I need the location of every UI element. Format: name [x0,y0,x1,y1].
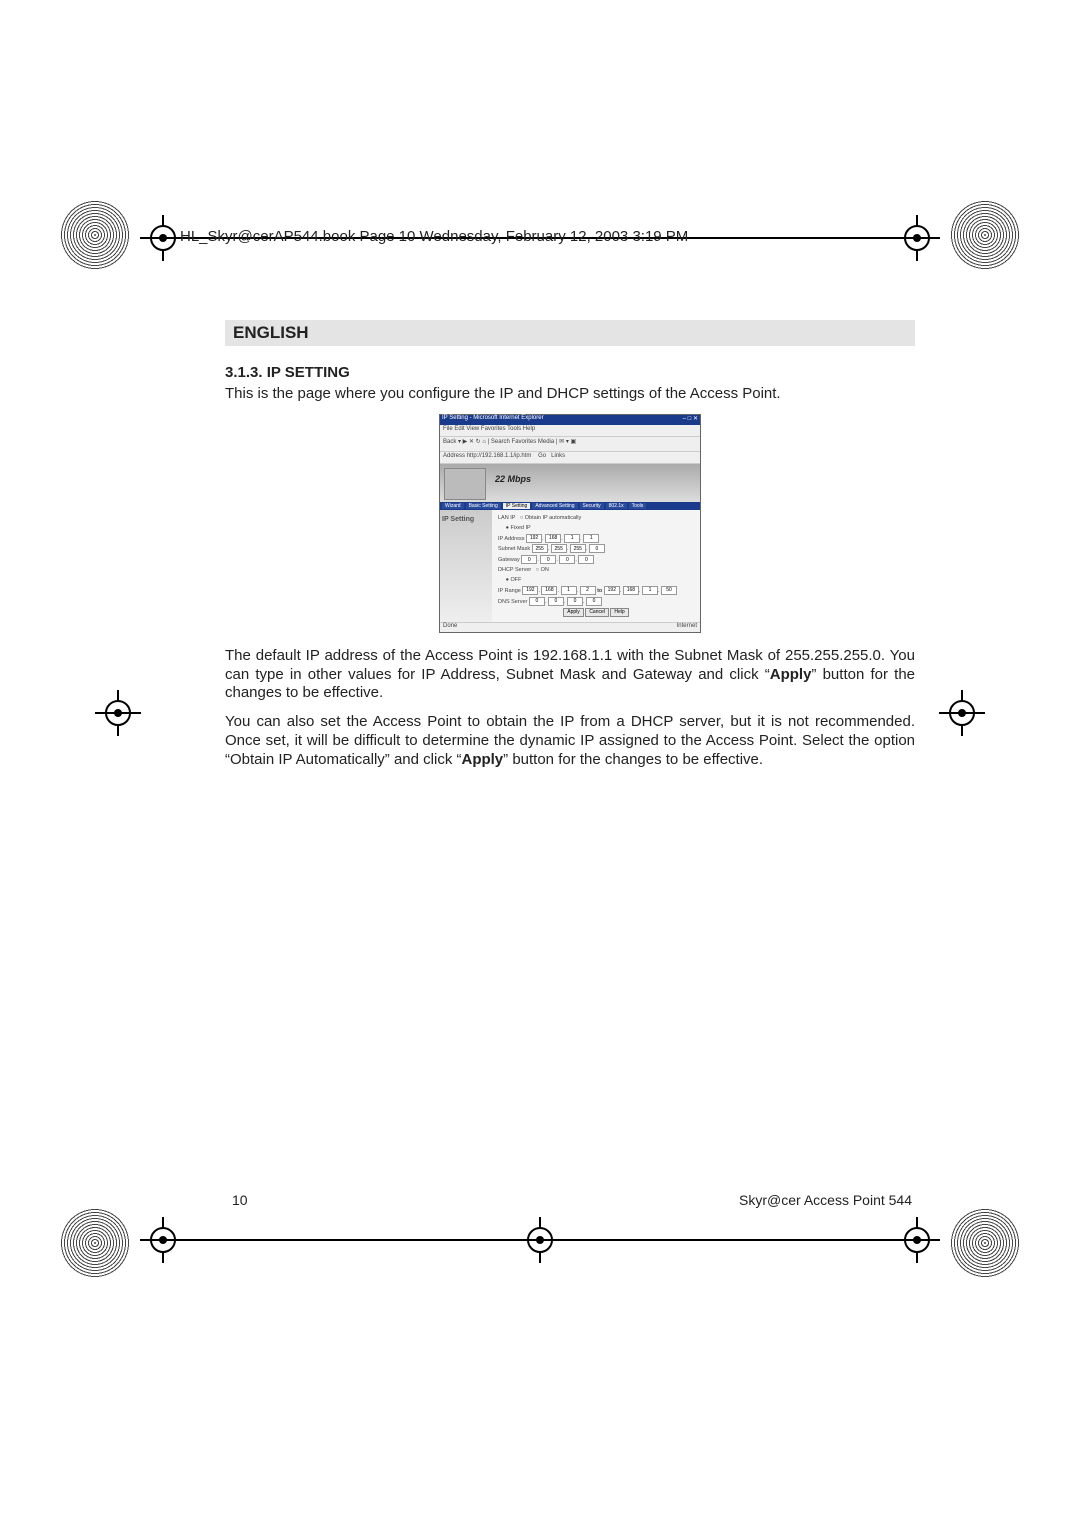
language-label: ENGLISH [225,320,915,346]
print-mark-radial [60,200,130,270]
product-footer: Skyr@cer Access Point 544 [739,1192,912,1208]
print-mark-radial [950,200,1020,270]
ie-toolbar[interactable]: Back ▾ ▶ ✕ ↻ ⌂ | Search Favorites Media … [440,437,700,452]
paragraph-default-ip: The default IP address of the Access Poi… [225,647,915,703]
range-octet[interactable] [623,586,639,595]
intro-paragraph: This is the page where you configure the… [225,385,915,404]
mask-octet[interactable] [532,544,548,553]
address-label: Address [443,453,465,459]
go-button[interactable]: Go [538,453,546,459]
range-octet[interactable] [541,586,557,595]
ip-octet[interactable] [545,534,561,543]
gw-octet[interactable] [578,555,594,564]
gw-octet[interactable] [521,555,537,564]
dns-octet[interactable] [529,597,545,606]
gw-octet[interactable] [559,555,575,564]
range-to-label: to [597,588,602,594]
dhcp-heading: DHCP Server [498,567,531,573]
side-heading: IP Setting [440,510,492,622]
dns-octet[interactable] [567,597,583,606]
dns-octet[interactable] [548,597,564,606]
fixed-ip-label[interactable]: Fixed IP [511,525,531,531]
gw-octet[interactable] [540,555,556,564]
ip-octet[interactable] [564,534,580,543]
obtain-ip-auto-label[interactable]: Obtain IP automatically [525,515,581,521]
subnet-mask-label: Subnet Mask [498,546,530,552]
status-zone: Internet [677,623,697,632]
tab-advanced[interactable]: Advanced Setting [532,503,577,509]
page-number: 10 [232,1192,248,1208]
mask-octet[interactable] [589,544,605,553]
dhcp-on-label[interactable]: ON [541,567,549,573]
banner-thumbnail [444,468,486,500]
page-body: ENGLISH 3.1.3. IP SETTING This is the pa… [225,320,915,779]
tab-8021x[interactable]: 802.1x [606,503,627,509]
range-octet[interactable] [604,586,620,595]
status-done: Done [443,623,457,632]
page-footer: 10 Skyr@cer Access Point 544 [232,1192,912,1208]
bottom-crop-rule [165,1239,915,1241]
window-controls[interactable]: – □ ✕ [683,415,698,425]
page-header-info: HL_Skyr@cerAP544.book Page 10 Wednesday,… [180,228,688,245]
dns-label: DNS Server [498,599,527,605]
tab-wizard[interactable]: Wizard [442,503,464,509]
dhcp-off-label[interactable]: OFF [511,577,522,583]
links-label[interactable]: Links [551,453,565,459]
dns-octet[interactable] [586,597,602,606]
window-title: IP Setting - Microsoft Internet Explorer [442,415,544,425]
lan-ip-heading: LAN IP [498,515,515,521]
ip-octet[interactable] [526,534,542,543]
section-heading: 3.1.3. IP SETTING [225,364,915,381]
ie-menubar[interactable]: File Edit View Favorites Tools Help [440,425,700,437]
mask-octet[interactable] [570,544,586,553]
range-octet[interactable] [580,586,596,595]
tab-basic[interactable]: Basic Setting [466,503,501,509]
paragraph-dhcp-note: You can also set the Access Point to obt… [225,713,915,769]
banner-logo: 22 Mbps [495,474,531,484]
ip-address-label: IP Address [498,535,525,541]
ip-range-label: IP Range [498,588,521,594]
print-mark-radial [950,1208,1020,1278]
tab-tools[interactable]: Tools [629,503,647,509]
tab-ip-setting[interactable]: IP Setting [503,503,531,509]
nav-tabs[interactable]: Wizard Basic Setting IP Setting Advanced… [440,502,700,510]
help-button[interactable] [610,608,628,617]
cancel-button[interactable] [585,608,609,617]
gateway-label: Gateway [498,557,520,563]
range-octet[interactable] [561,586,577,595]
range-octet[interactable] [661,586,677,595]
ip-octet[interactable] [583,534,599,543]
print-mark-cross [939,690,985,736]
mask-octet[interactable] [551,544,567,553]
range-octet[interactable] [642,586,658,595]
print-mark-radial [60,1208,130,1278]
print-mark-cross [95,690,141,736]
apply-button[interactable] [563,608,584,617]
range-octet[interactable] [522,586,538,595]
address-value[interactable]: http://192.168.1.1/ip.htm [467,453,532,459]
tab-security[interactable]: Security [580,503,604,509]
embedded-screenshot: IP Setting - Microsoft Internet Explorer… [439,414,701,633]
